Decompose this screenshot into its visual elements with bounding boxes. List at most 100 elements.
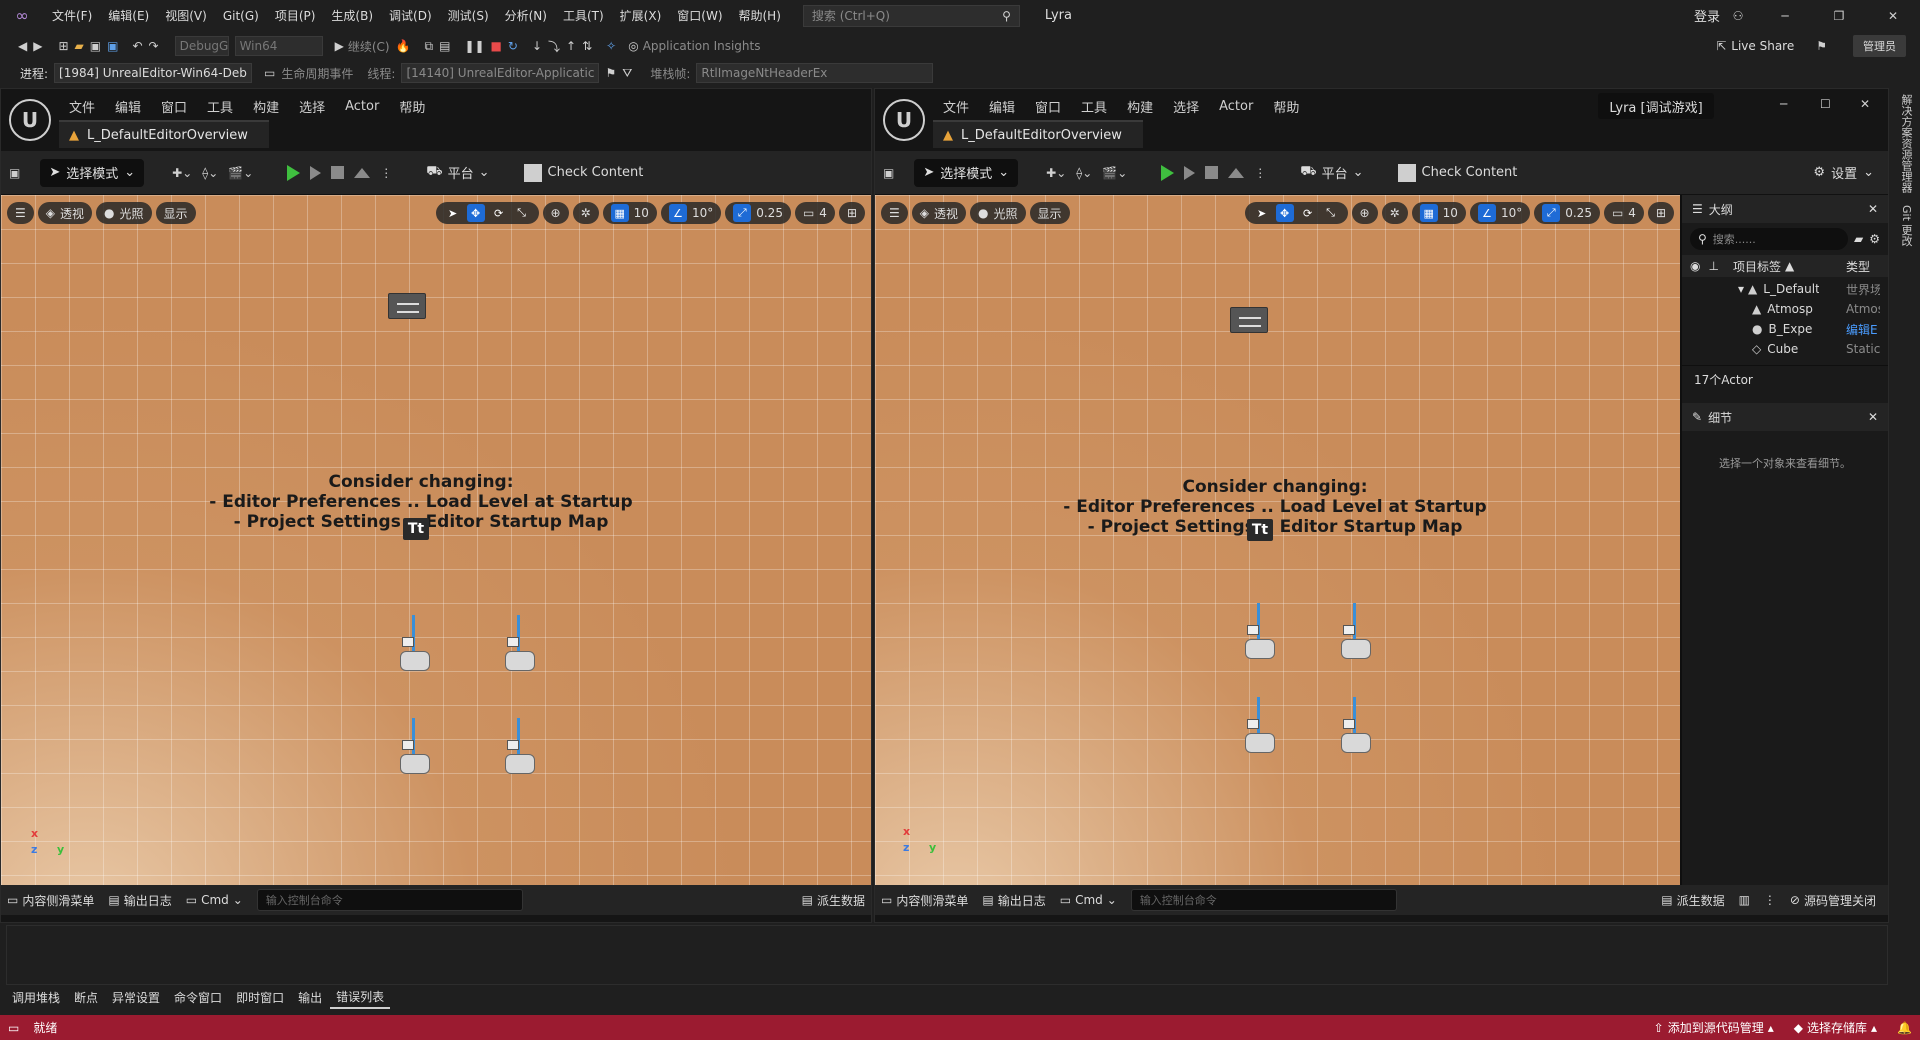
ue-menu-item[interactable]: 构建 <box>1117 97 1163 116</box>
add-to-source-control[interactable]: ⇧ 添加到源代码管理 ▴ <box>1654 1019 1774 1036</box>
ue-menu-item[interactable]: 选择 <box>289 97 335 116</box>
vs-bottom-tab[interactable]: 异常设置 <box>106 987 166 1008</box>
open-folder-icon[interactable]: ▰ <box>75 39 84 53</box>
restore-icon[interactable]: ❐ <box>1812 9 1866 23</box>
column-label[interactable]: 项目标签 <box>1733 258 1781 275</box>
select-mode-button[interactable]: ➤ 选择模式 ⌄ <box>40 158 145 187</box>
settings-button[interactable]: ⚙ 设置 ⌄ <box>1813 163 1874 182</box>
cmd-dropdown[interactable]: ▭ Cmd ⌄ <box>1060 893 1117 907</box>
advance-frame-icon[interactable] <box>310 165 322 180</box>
transform-tools[interactable]: ➤ ✥ ⟳ ⤡ <box>1244 202 1348 224</box>
vs-bottom-tab[interactable]: 错误列表 <box>330 986 391 1009</box>
outliner-row[interactable]: ▾ ▲ L_Default 世界场 <box>1682 279 1888 299</box>
vs-menu-item[interactable]: Git(G) <box>215 9 267 23</box>
ue-menu-item[interactable]: 帮助 <box>1263 97 1309 116</box>
step-out-icon[interactable]: ↑ <box>566 39 576 53</box>
check-content-button[interactable]: Check Content <box>523 163 643 182</box>
add-actor-icon[interactable]: ✚⌄ <box>172 166 192 180</box>
save-level-icon[interactable]: ▣ <box>9 166 20 180</box>
vs-bottom-tab[interactable]: 输出 <box>292 987 328 1008</box>
close-icon[interactable]: ✕ <box>1860 97 1870 111</box>
grid-snap-button[interactable]: ▦ 10 <box>602 202 657 224</box>
vs-menu-item[interactable]: 视图(V) <box>157 7 215 24</box>
forward-icon[interactable]: ▶ <box>33 39 42 53</box>
derived-data-button[interactable]: ▤ 派生数据 <box>802 892 865 909</box>
play-icon[interactable] <box>1161 164 1175 181</box>
continue-button[interactable]: ▶ 继续(C) <box>335 38 390 55</box>
maximize-icon[interactable]: ☐ <box>1820 97 1831 111</box>
save-all-icon[interactable]: ▣ <box>107 39 118 53</box>
vs-menu-item[interactable]: 窗口(W) <box>669 7 730 24</box>
content-drawer-button[interactable]: ▭ 内容侧滑菜单 <box>881 892 968 909</box>
ue-menu-item[interactable]: 文件 <box>59 97 105 116</box>
account-icon[interactable]: ⚇ <box>1728 9 1748 23</box>
filter-icon[interactable]: ⛛ <box>622 66 632 81</box>
close-icon[interactable]: ✕ <box>1866 9 1920 23</box>
level-tab[interactable]: ▲ L_DefaultEditorOverview <box>59 120 269 148</box>
rotate-tool-icon[interactable]: ⟳ <box>490 204 508 222</box>
new-project-icon[interactable]: ⊞ <box>58 39 68 53</box>
live-share-button[interactable]: ⇱ Live Share <box>1716 39 1794 53</box>
save-icon[interactable]: ▣ <box>90 39 101 53</box>
platform-button[interactable]: ⛟ 平台 ⌄ <box>426 163 489 182</box>
output-log-button[interactable]: ▤ 输出日志 <box>108 892 171 909</box>
outliner-row[interactable]: ● B_Expe 编辑E <box>1682 319 1888 339</box>
player-start-sprite[interactable] <box>1245 697 1275 753</box>
world-local-button[interactable]: ⊕ <box>1351 202 1378 224</box>
text-render-icon[interactable]: Tt <box>403 518 429 540</box>
add-actor-icon[interactable]: ✚⌄ <box>1046 166 1066 180</box>
stop-icon[interactable] <box>331 166 345 179</box>
console-input[interactable]: 输入控制台命令 <box>256 889 523 911</box>
config-dropdown[interactable]: DebugG <box>174 36 229 56</box>
blueprint-icon[interactable]: ⟠⌄ <box>1076 166 1092 180</box>
settings-gear-icon[interactable]: ⚙ <box>1869 232 1880 246</box>
move-tool-icon[interactable]: ✥ <box>1275 204 1294 222</box>
viewport-menu-button[interactable]: ☰ <box>881 202 908 224</box>
player-start-sprite[interactable] <box>505 615 535 671</box>
process-dropdown[interactable]: [1984] UnrealEditor-Win64-Deb <box>54 63 253 83</box>
stop-icon[interactable] <box>1205 166 1219 179</box>
outliner-row[interactable]: ◇ Cube Static <box>1682 339 1888 359</box>
perspective-button[interactable]: ◈ 透视 <box>37 202 93 224</box>
scale-snap-button[interactable]: ⤢ 0.25 <box>725 202 791 224</box>
world-local-button[interactable]: ⊕ <box>542 202 569 224</box>
outliner-row[interactable]: ▲ Atmosp Atmos <box>1682 299 1888 319</box>
content-drawer-button[interactable]: ▭ 内容侧滑菜单 <box>7 892 94 909</box>
stack-frame-dropdown[interactable]: RtlImageNtHeaderEx <box>696 63 934 83</box>
ue-menu-item[interactable]: Actor <box>1209 99 1263 114</box>
camera-speed-button[interactable]: ▭ 4 <box>794 202 835 224</box>
player-start-sprite[interactable] <box>1245 603 1275 659</box>
browser-icon[interactable]: ⧉ <box>425 39 434 54</box>
platform-dropdown[interactable]: Win64 <box>234 36 323 56</box>
move-tool-icon[interactable]: ✥ <box>466 204 485 222</box>
text-render-icon[interactable]: Tt <box>1247 519 1273 541</box>
ue-menu-item[interactable]: 选择 <box>1163 97 1209 116</box>
layout-icon[interactable]: ▤ <box>439 39 450 53</box>
level-tab[interactable]: ▲ L_DefaultEditorOverview <box>933 120 1143 148</box>
select-tool-icon[interactable]: ➤ <box>444 204 462 222</box>
console-input[interactable]: 输入控制台命令 <box>1130 889 1397 911</box>
ue-menu-item[interactable]: 文件 <box>933 97 979 116</box>
visibility-icon[interactable]: ◉ <box>1690 259 1700 273</box>
hot-reload-icon[interactable]: 🔥 <box>396 39 411 53</box>
level-viewport[interactable]: ☰ ◈ 透视 ● 光照 显示 ➤ ✥ ⟳ ⤡ ⊕ ✲ ▦ 10 ∠ 10° ⤢ 0.25 ▭ 4 … <box>875 195 1680 885</box>
player-start-sprite[interactable] <box>1341 603 1371 659</box>
viewport-layout-button[interactable]: ⊞ <box>1647 202 1674 224</box>
grid-snap-button[interactable]: ▦ 10 <box>1411 202 1466 224</box>
vs-menu-item[interactable]: 调试(D) <box>381 7 440 24</box>
output-log-button[interactable]: ▤ 输出日志 <box>982 892 1045 909</box>
trace-icon[interactable]: ▥ <box>1739 893 1750 907</box>
more-options-icon[interactable]: ⋮ <box>1254 166 1266 180</box>
step-over-icon[interactable]: ⤵ <box>548 38 560 55</box>
vs-menu-item[interactable]: 项目(P) <box>267 7 324 24</box>
vs-search-box[interactable]: 搜索 (Ctrl+Q) ⚲ <box>802 4 1020 27</box>
notifications-icon[interactable]: 🔔 <box>1897 1021 1912 1035</box>
vs-menu-item[interactable]: 分析(N) <box>497 7 555 24</box>
perspective-button[interactable]: ◈ 透视 <box>911 202 967 224</box>
pin-icon[interactable]: ⊥ <box>1708 259 1718 273</box>
sky-atmosphere-sprite[interactable] <box>388 293 426 319</box>
vs-menu-item[interactable]: 生成(B) <box>323 7 381 24</box>
vs-bottom-tab[interactable]: 调用堆栈 <box>6 987 66 1008</box>
outliner-close-icon[interactable]: ✕ <box>1868 202 1878 216</box>
sky-atmosphere-sprite[interactable] <box>1230 307 1268 333</box>
